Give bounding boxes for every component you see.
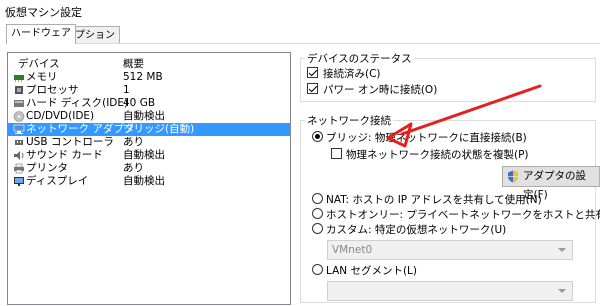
annotation-arrow-icon bbox=[386, 84, 542, 148]
tab-hardware[interactable]: ハードウェア bbox=[6, 24, 76, 44]
